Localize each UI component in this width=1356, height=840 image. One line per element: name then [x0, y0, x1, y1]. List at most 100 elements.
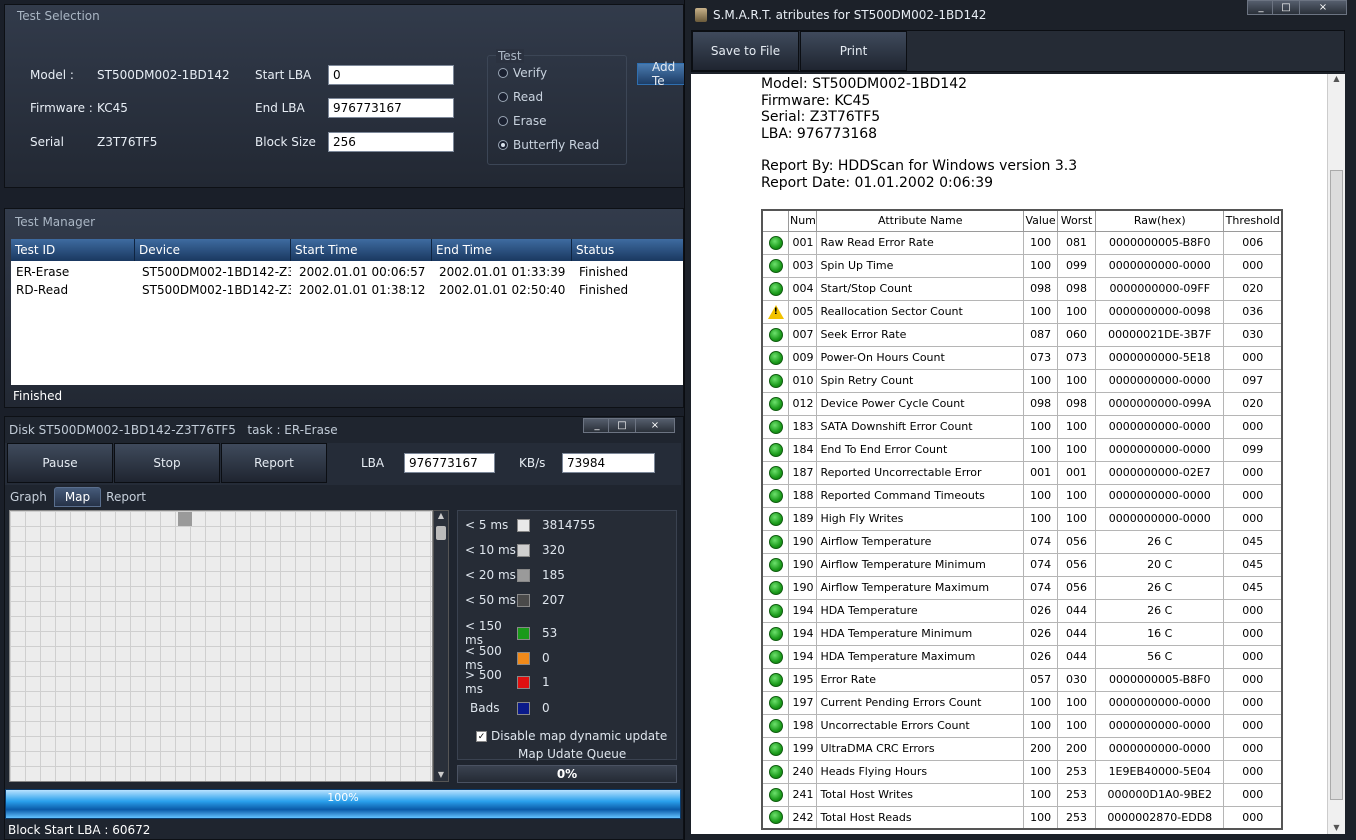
- col-end-time[interactable]: End Time: [432, 239, 572, 261]
- info-lba: LBA: 976773168: [761, 125, 878, 142]
- cell-test-id: ER-Erase: [16, 265, 70, 279]
- cell-num: 190: [788, 529, 818, 554]
- legend-count: 185: [542, 568, 565, 582]
- radio-read[interactable]: Read: [498, 85, 599, 109]
- info-serial: Serial: Z3T76TF5: [761, 109, 881, 125]
- cell-num: 190: [788, 552, 818, 577]
- test-type-group: Test Verify Read Erase Butterfly Read: [487, 49, 627, 165]
- table-row: 199 UltraDMA CRC Errors 200 200 0000000000-0…: [761, 736, 1283, 761]
- cell-threshold: 000: [1223, 253, 1283, 278]
- col-device[interactable]: Device: [135, 239, 291, 261]
- cell-value: 100: [1023, 483, 1059, 508]
- table-row: 005Reallocation Sector Count100100000000…: [761, 299, 1283, 324]
- cell-status: [761, 713, 790, 738]
- kbs-input[interactable]: [562, 453, 655, 473]
- cell-attribute-name: Total Host Reads: [816, 805, 1025, 830]
- cell-raw: 0000002870-EDD8: [1094, 805, 1225, 830]
- close-button[interactable]: ×: [635, 418, 675, 433]
- report-scroll-thumb[interactable]: [1330, 170, 1343, 800]
- cell-worst: 253: [1057, 805, 1096, 830]
- cell-threshold: 045: [1223, 529, 1283, 554]
- cell-num: 190: [788, 575, 818, 600]
- minimize-button[interactable]: _: [1247, 0, 1275, 15]
- legend-count: 3814755: [542, 518, 596, 532]
- col-start-time[interactable]: Start Time: [291, 239, 432, 261]
- cell-status: [761, 736, 790, 761]
- cell-num: 241: [788, 782, 818, 807]
- legend-count: 0: [542, 651, 550, 665]
- legend-label: < 50 ms: [465, 593, 516, 607]
- start-lba-input[interactable]: [328, 65, 454, 85]
- lba-input[interactable]: [404, 453, 495, 473]
- disable-map-checkbox[interactable]: ✓ Disable map dynamic update: [476, 729, 667, 743]
- maximize-button[interactable]: □: [608, 418, 636, 433]
- status-text: Finished: [13, 389, 63, 403]
- cell-end-time: 2002.01.01 01:33:39: [439, 265, 566, 279]
- cell-value: 026: [1023, 644, 1059, 669]
- radio-verify-dot: [498, 68, 508, 78]
- cell-worst: 200: [1057, 736, 1096, 761]
- legend-count: 0: [542, 701, 550, 715]
- cell-worst: 001: [1057, 460, 1096, 485]
- stop-button[interactable]: Stop: [114, 443, 220, 483]
- warning-icon: [767, 304, 784, 319]
- report-scrollbar[interactable]: ▲ ▼: [1327, 74, 1345, 834]
- cell-status: [761, 506, 790, 531]
- radio-butterfly-read[interactable]: Butterfly Read: [498, 133, 599, 157]
- cell-threshold: 000: [1223, 345, 1283, 370]
- cell-threshold: 000: [1223, 667, 1283, 692]
- checkbox-icon: ✓: [476, 730, 487, 742]
- print-button[interactable]: Print: [800, 31, 907, 71]
- table-row: 194 HDA Temperature 026 044 26 C 000: [761, 598, 1283, 623]
- table-row: 183 SATA Downshift Error Count 100 100 00000…: [761, 414, 1283, 439]
- status-ok-icon: [768, 419, 783, 434]
- legend-count: 1: [542, 675, 550, 689]
- cell-attribute-name: Uncorrectable Errors Count: [816, 713, 1025, 738]
- map-scrollbar[interactable]: ▲ ▼: [433, 510, 449, 782]
- cell-num: 189: [788, 506, 818, 531]
- maximize-button[interactable]: □: [1272, 0, 1300, 15]
- cell-status: Finished: [579, 283, 629, 297]
- cell-status: [761, 575, 790, 600]
- cell-status: [761, 322, 790, 347]
- pause-button[interactable]: Pause: [7, 443, 113, 483]
- tab-map[interactable]: Map: [53, 487, 102, 507]
- smart-report: Model: ST500DM002-1BD142 Firmware: KC45 …: [691, 74, 1327, 834]
- end-lba-input[interactable]: [328, 98, 454, 118]
- col-status[interactable]: Status: [572, 239, 683, 261]
- close-button[interactable]: ×: [1299, 0, 1347, 15]
- radio-verify[interactable]: Verify: [498, 61, 599, 85]
- save-to-file-button[interactable]: Save to File: [692, 31, 799, 71]
- add-test-button[interactable]: Add Te: [637, 60, 687, 88]
- cell-threshold: 099: [1223, 437, 1283, 462]
- cell-status: [761, 690, 790, 715]
- cell-raw: 26 C: [1094, 529, 1225, 554]
- radio-erase[interactable]: Erase: [498, 109, 599, 133]
- map-scroll-thumb[interactable]: [436, 526, 446, 540]
- tab-graph[interactable]: Graph: [5, 487, 52, 507]
- cell-status: [761, 276, 790, 301]
- status-ok-icon: [768, 396, 783, 411]
- cell-start-time: 2002.01.01 01:38:12: [299, 283, 426, 297]
- status-ok-icon: [768, 787, 783, 802]
- cell-status: [761, 621, 790, 646]
- cell-value: 100: [1023, 299, 1059, 324]
- smart-attributes-table: Num Attribute Name Value Worst Raw(hex) …: [761, 209, 1283, 830]
- cell-test-id: RD-Read: [16, 283, 69, 297]
- table-row: 240 Heads Flying Hours 100 253 1E9EB40000-5E…: [761, 759, 1283, 784]
- table-row[interactable]: ER-Erase ST500DM002-1BD142-Z3... 2002.01…: [11, 265, 683, 283]
- test-manager-panel: Test Manager Test ID Device Start Time E…: [4, 208, 684, 408]
- disk-window-title: Disk ST500DM002-1BD142-Z3T76TF5 task : E…: [9, 423, 338, 437]
- legend-swatch: [517, 675, 530, 689]
- table-row[interactable]: RD-Read ST500DM002-1BD142-Z3... 2002.01.…: [11, 283, 683, 301]
- cell-attribute-name: Device Power Cycle Count: [816, 391, 1025, 416]
- main-progress-bar: 100%: [5, 789, 681, 819]
- col-test-id[interactable]: Test ID: [11, 239, 135, 261]
- tab-report[interactable]: Report: [103, 487, 149, 507]
- queue-progress-text: 0%: [556, 767, 578, 781]
- cell-status: [761, 805, 790, 830]
- cell-value: 074: [1023, 575, 1059, 600]
- report-button[interactable]: Report: [221, 443, 327, 483]
- block-size-input[interactable]: [328, 132, 454, 152]
- minimize-button[interactable]: _: [583, 418, 611, 433]
